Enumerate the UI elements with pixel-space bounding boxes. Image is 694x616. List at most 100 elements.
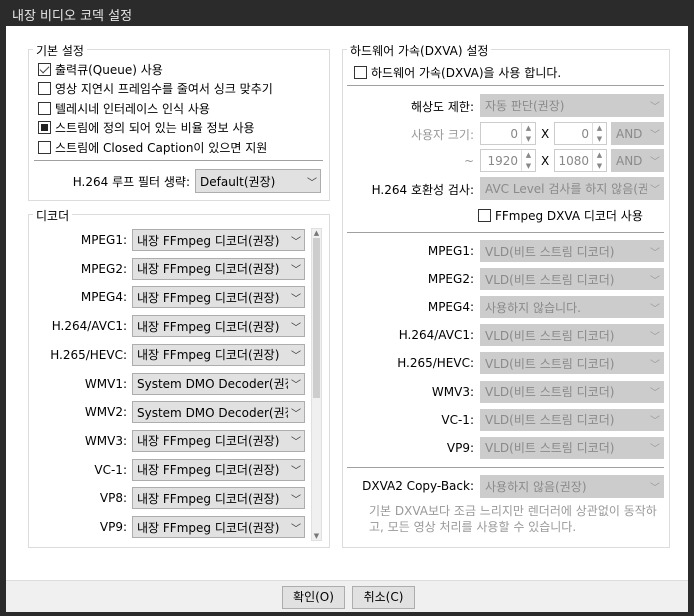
x-separator: X bbox=[541, 127, 550, 141]
max-width-spinbox[interactable]: 1920 ▲ ▼ bbox=[480, 149, 536, 172]
compat-value: AVC Level 검사를 하지 않음(권 bbox=[485, 182, 647, 196]
decoder-row-label: MPEG4: bbox=[80, 290, 127, 305]
chevron-down-icon: ﹀ bbox=[291, 265, 301, 277]
divider bbox=[347, 467, 664, 468]
min-width-value: 0 bbox=[510, 127, 518, 141]
dxva-row-select[interactable]: VLD(비트 스트림 디코더) ﹀ bbox=[480, 268, 664, 291]
dxva-row-value: VLD(비트 스트림 디코더) bbox=[485, 441, 615, 456]
dxva-row-label: VP9: bbox=[446, 440, 474, 455]
dxva-row-select[interactable]: VLD(비트 스트림 디코더) ﹀ bbox=[480, 408, 664, 431]
decoder-row-label: WMV3: bbox=[84, 433, 127, 448]
copyback-label: DXVA2 Copy-Back: bbox=[362, 479, 474, 493]
dxva-row-label: H.264/AVC1: bbox=[398, 328, 474, 343]
dxva-row-select[interactable]: VLD(비트 스트림 디코더) ﹀ bbox=[480, 436, 664, 459]
chevron-down-icon: ﹀ bbox=[650, 157, 660, 168]
decoder-row-value: 내장 FFmpeg 디코더(권장) bbox=[137, 491, 280, 506]
min-height-spinbox[interactable]: 0 ▲ ▼ bbox=[554, 122, 607, 145]
checkbox-box[interactable] bbox=[38, 62, 51, 76]
dxva-row-select[interactable]: 사용하지 않습니다. ﹀ bbox=[480, 296, 664, 319]
title-bar: 내장 비디오 코덱 설정 bbox=[0, 0, 694, 26]
scroll-down-icon[interactable]: ▼ bbox=[312, 532, 321, 540]
decoder-row-select[interactable]: 내장 FFmpeg 디코더(권장) ﹀ bbox=[132, 516, 305, 538]
basic-option-label: 출력큐(Queue) 사용 bbox=[55, 62, 163, 77]
decoder-row-select[interactable]: 내장 FFmpeg 디코더(권장) ﹀ bbox=[132, 257, 305, 280]
divider bbox=[347, 85, 664, 86]
cancel-button[interactable]: 취소(C) bbox=[352, 586, 415, 609]
dxva-row-value: VLD(비트 스트림 디코더) bbox=[485, 272, 615, 287]
checkbox-box[interactable] bbox=[478, 208, 491, 222]
decoder-title: 디코더 bbox=[33, 207, 73, 224]
chevron-down-icon: ﹀ bbox=[291, 466, 301, 478]
divider bbox=[347, 232, 664, 233]
chevron-down-icon: ﹀ bbox=[307, 177, 317, 189]
decoder-row-value: 내장 FFmpeg 디코더(권장) bbox=[137, 319, 280, 334]
spin-up-icon[interactable]: ▲ bbox=[593, 150, 606, 161]
ffmpeg-dxva-checkbox[interactable]: FFmpeg DXVA 디코더 사용 bbox=[478, 207, 643, 223]
spin-down-icon[interactable]: ▼ bbox=[522, 134, 535, 145]
min-width-spinbox[interactable]: 0 ▲ ▼ bbox=[480, 122, 536, 145]
decoder-row-select[interactable]: 내장 FFmpeg 디코더(권장) ﹀ bbox=[132, 315, 305, 338]
checkbox-box[interactable] bbox=[354, 65, 367, 79]
ok-button[interactable]: 확인(O) bbox=[282, 586, 345, 609]
decoder-row-select[interactable]: 내장 FFmpeg 디코더(권장) ﹀ bbox=[132, 343, 305, 366]
dxva-row-label: MPEG2: bbox=[427, 272, 474, 287]
scroll-up-icon[interactable]: ▲ bbox=[312, 229, 321, 237]
decoder-row-value: 내장 FFmpeg 디코더(권장) bbox=[137, 290, 280, 305]
max-height-spinbox[interactable]: 1080 ▲ ▼ bbox=[554, 149, 607, 172]
op1-select[interactable]: AND ﹀ bbox=[611, 122, 664, 145]
spin-down-icon[interactable]: ▼ bbox=[593, 134, 606, 145]
max-height-value: 1080 bbox=[558, 154, 589, 168]
chevron-down-icon: ﹀ bbox=[650, 388, 660, 399]
basic-option-checkbox[interactable]: 스트림에 정의 되어 있는 비율 정보 사용 bbox=[38, 120, 255, 136]
scroll-thumb[interactable] bbox=[313, 238, 320, 398]
chevron-down-icon: ﹀ bbox=[291, 293, 301, 305]
op2-value: AND bbox=[616, 153, 643, 168]
checkbox-box[interactable] bbox=[38, 82, 51, 95]
chevron-down-icon: ﹀ bbox=[650, 275, 660, 287]
dxva-enable-checkbox[interactable]: 하드웨어 가속(DXVA)을 사용 합니다. bbox=[354, 64, 561, 80]
chevron-down-icon: ﹀ bbox=[650, 102, 660, 113]
checkbox-box[interactable] bbox=[38, 101, 51, 115]
dxva-row-value: VLD(비트 스트림 디코더) bbox=[485, 385, 615, 399]
op2-select[interactable]: AND ﹀ bbox=[611, 149, 664, 172]
decoder-row-value: System DMO Decoder(권장) bbox=[137, 405, 288, 420]
chevron-down-icon: ﹀ bbox=[291, 351, 301, 363]
spin-up-icon[interactable]: ▲ bbox=[593, 123, 606, 134]
decoder-row-select[interactable]: 내장 FFmpeg 디코더(권장) ﹀ bbox=[132, 487, 305, 510]
decoder-row-select[interactable]: System DMO Decoder(권장) ﹀ bbox=[132, 401, 305, 424]
chevron-down-icon: ﹀ bbox=[291, 408, 301, 420]
decoder-row-select[interactable]: 내장 FFmpeg 디코더(권장) ﹀ bbox=[132, 458, 305, 481]
dxva-row-value: VLD(비트 스트림 디코더) bbox=[485, 356, 615, 371]
basic-option-checkbox[interactable]: 스트림에 Closed Caption이 있으면 지원 bbox=[38, 139, 267, 155]
spin-up-icon[interactable]: ▲ bbox=[522, 150, 535, 161]
decoder-row-select[interactable]: 내장 FFmpeg 디코더(권장) ﹀ bbox=[132, 429, 305, 452]
decoder-row-select[interactable]: 내장 FFmpeg 디코더(권장) ﹀ bbox=[132, 229, 305, 251]
dxva-row-select[interactable]: VLD(비트 스트림 디코더) ﹀ bbox=[480, 380, 664, 403]
decoder-row-select[interactable]: System DMO Decoder(권장) ﹀ bbox=[132, 372, 305, 395]
spin-down-icon[interactable]: ▼ bbox=[593, 161, 606, 172]
decoder-row-select[interactable]: 내장 FFmpeg 디코더(권장) ﹀ bbox=[132, 286, 305, 309]
loop-filter-select[interactable]: Default(권장) ﹀ bbox=[195, 169, 321, 193]
spin-up-icon[interactable]: ▲ bbox=[522, 123, 535, 134]
basic-option-checkbox[interactable]: 영상 지연시 프레임수를 줄여서 싱크 맞추기 bbox=[38, 81, 273, 97]
decoder-scrollbar[interactable]: ▲ ▼ bbox=[311, 228, 322, 541]
checkbox-box[interactable] bbox=[38, 140, 51, 154]
basic-option-checkbox[interactable]: 출력큐(Queue) 사용 bbox=[38, 61, 163, 77]
dxva-row-select[interactable]: VLD(비트 스트림 디코더) ﹀ bbox=[480, 324, 664, 347]
decoder-row-label: H.264/AVC1: bbox=[51, 319, 127, 334]
chevron-down-icon: ﹀ bbox=[650, 331, 660, 343]
dxva-row-select[interactable]: VLD(비트 스트림 디코더) ﹀ bbox=[480, 240, 664, 262]
decoder-row-value: 내장 FFmpeg 디코더(권장) bbox=[137, 262, 280, 277]
basic-option-checkbox[interactable]: 텔레시네 인터레이스 인식 사용 bbox=[38, 100, 210, 116]
spin-down-icon[interactable]: ▼ bbox=[522, 161, 535, 172]
res-limit-select[interactable]: 자동 판단(권장) ﹀ bbox=[480, 94, 664, 117]
chevron-down-icon: ﹀ bbox=[291, 380, 301, 391]
checkbox-box[interactable] bbox=[38, 121, 51, 134]
decoder-row-label: VC-1: bbox=[94, 462, 127, 477]
copyback-select[interactable]: 사용하지 않음(권장) ﹀ bbox=[480, 475, 664, 498]
compat-select[interactable]: AVC Level 검사를 하지 않음(권 ﹀ bbox=[480, 177, 664, 200]
op1-value: AND bbox=[616, 126, 643, 141]
dxva-row-select[interactable]: VLD(비트 스트림 디코더) ﹀ bbox=[480, 352, 664, 375]
chevron-down-icon: ﹀ bbox=[650, 359, 660, 371]
compat-label: H.264 호환성 검사: bbox=[371, 183, 474, 197]
